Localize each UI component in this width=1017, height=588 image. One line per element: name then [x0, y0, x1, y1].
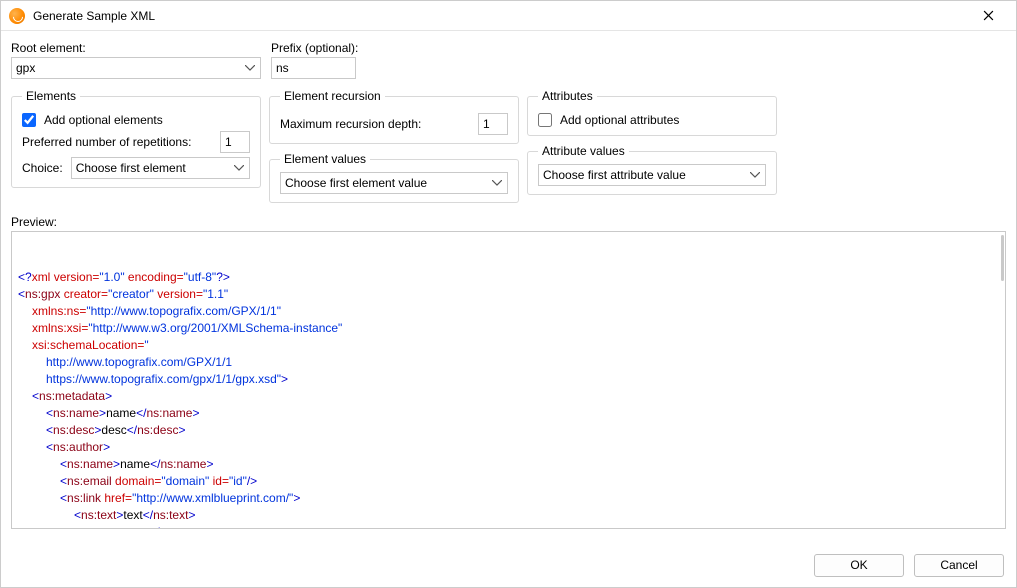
xml-line: <ns:email domain="domain" id="id"/> [18, 473, 257, 490]
xml-line: <ns:gpx creator="creator" version="1.1" [18, 287, 228, 301]
groups-row: Elements Add optional elements Preferred… [11, 89, 1006, 203]
attributes-legend: Attributes [538, 89, 597, 103]
dialog-window: Generate Sample XML Root element: gpx Pr… [0, 0, 1017, 588]
element-recursion-legend: Element recursion [280, 89, 385, 103]
max-depth-input[interactable] [478, 113, 508, 135]
element-recursion-group: Element recursion Maximum recursion dept… [269, 89, 519, 144]
xml-line: xsi:schemaLocation=" [18, 337, 149, 354]
attribute-values-select[interactable]: Choose first attribute value [538, 164, 766, 186]
xml-line: xmlns:xsi="http://www.w3.org/2001/XMLSch… [18, 320, 342, 337]
choice-label: Choice: [22, 161, 63, 175]
scrollbar-thumb[interactable] [1001, 235, 1004, 281]
xml-line: <?xml version="1.0" encoding="utf-8"?> [18, 270, 230, 284]
root-element-label: Root element: [11, 41, 261, 55]
xml-line: <ns:desc>desc</ns:desc> [18, 422, 185, 439]
app-icon [9, 8, 25, 24]
dialog-body: Root element: gpx Prefix (optional): Ele… [1, 31, 1016, 543]
element-values-group: Element values Choose first element valu… [269, 152, 519, 203]
add-optional-attributes-checkbox[interactable] [538, 113, 552, 127]
attribute-values-group: Attribute values Choose first attribute … [527, 144, 777, 195]
xml-line: <ns:metadata> [18, 388, 112, 405]
ok-button[interactable]: OK [814, 554, 904, 577]
window-title: Generate Sample XML [33, 9, 968, 23]
add-optional-attributes-label: Add optional attributes [560, 113, 679, 127]
element-values-select[interactable]: Choose first element value [280, 172, 508, 194]
dialog-footer: OK Cancel [1, 543, 1016, 587]
prefix-label: Prefix (optional): [271, 41, 358, 55]
pref-repetitions-label: Preferred number of repetitions: [22, 135, 191, 149]
attribute-values-legend: Attribute values [538, 144, 629, 158]
xml-line: https://www.topografix.com/gpx/1/1/gpx.x… [18, 371, 288, 388]
elements-group-legend: Elements [22, 89, 80, 103]
xml-line: <ns:name>name</ns:name> [18, 405, 199, 422]
add-optional-elements-row: Add optional elements [22, 113, 250, 127]
choice-select[interactable]: Choose first element [71, 157, 250, 179]
top-fields-row: Root element: gpx Prefix (optional): [11, 41, 1006, 79]
prefix-input[interactable] [271, 57, 356, 79]
root-element-select[interactable]: gpx [11, 57, 261, 79]
xml-line: xmlns:ns="http://www.topografix.com/GPX/… [18, 303, 281, 320]
pref-repetitions-input[interactable] [220, 131, 250, 153]
add-optional-elements-checkbox[interactable] [22, 113, 36, 127]
xml-line: <ns:name>name</ns:name> [18, 456, 213, 473]
xml-line: <ns:link href="http://www.xmlblueprint.c… [18, 490, 300, 507]
elements-group: Elements Add optional elements Preferred… [11, 89, 261, 188]
xml-line: http://www.topografix.com/GPX/1/1 [18, 354, 232, 371]
attributes-group: Attributes Add optional attributes [527, 89, 777, 136]
root-element-field: Root element: gpx [11, 41, 261, 79]
close-icon [983, 10, 994, 21]
prefix-field: Prefix (optional): [271, 41, 358, 79]
add-optional-attributes-row: Add optional attributes [538, 113, 766, 127]
cancel-button[interactable]: Cancel [914, 554, 1004, 577]
title-bar: Generate Sample XML [1, 1, 1016, 31]
element-values-legend: Element values [280, 152, 370, 166]
max-depth-label: Maximum recursion depth: [280, 117, 421, 131]
xml-line: <ns:author> [18, 439, 110, 456]
max-depth-row: Maximum recursion depth: [280, 113, 508, 135]
pref-repetitions-row: Preferred number of repetitions: [22, 131, 250, 153]
choice-row: Choice: Choose first element [22, 157, 250, 179]
preview-label: Preview: [11, 215, 1006, 229]
close-button[interactable] [968, 2, 1008, 30]
xml-line: <ns:text>text</ns:text> [18, 507, 195, 524]
add-optional-elements-label: Add optional elements [44, 113, 163, 127]
preview-pane[interactable]: <?xml version="1.0" encoding="utf-8"?> <… [11, 231, 1006, 529]
xml-line: <ns:type>type</ns:type> [18, 524, 205, 529]
